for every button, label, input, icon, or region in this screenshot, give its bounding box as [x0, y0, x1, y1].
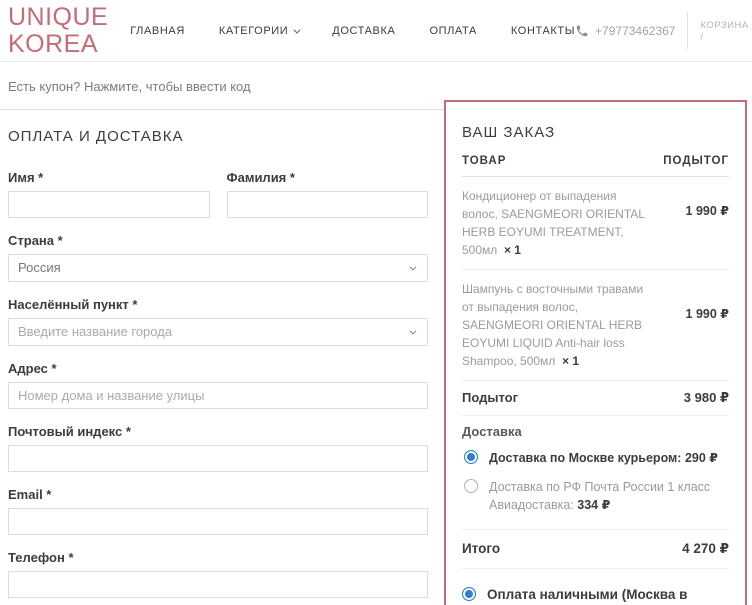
- order-item-name: Шампунь с восточными травами от выпадени…: [462, 282, 644, 368]
- order-table-header: ТОВАР ПОДЫТОГ: [462, 155, 729, 177]
- order-item: Шампунь с восточными травами от выпадени…: [462, 270, 729, 381]
- phone-label: Телефон *: [8, 550, 74, 565]
- coupon-toggle-link[interactable]: Есть купон? Нажмите, чтобы ввести код: [8, 79, 251, 94]
- email-input[interactable]: [8, 508, 428, 535]
- postcode-label: Почтовый индекс *: [8, 424, 131, 439]
- phone-input[interactable]: [8, 571, 428, 598]
- field-country: Страна * Россия: [8, 233, 428, 282]
- subtotal-value: 3 980 ₽: [683, 390, 729, 405]
- order-item-price: 1 990 ₽: [685, 307, 729, 321]
- radio-checked-icon[interactable]: [462, 587, 476, 602]
- radio-icon[interactable]: [464, 479, 478, 494]
- col-subtotal: ПОДЫТОГ: [663, 155, 729, 167]
- phone-number[interactable]: +79773462367: [595, 24, 675, 38]
- shipping-option-courier[interactable]: Доставка по Москве курьером: 290 ₽: [462, 443, 729, 472]
- field-email: Email *: [8, 487, 428, 535]
- subtotal-row: Подытог 3 980 ₽: [462, 381, 729, 416]
- order-review-box: ВАШ ЗАКАЗ ТОВАР ПОДЫТОГ Кондиционер от в…: [444, 100, 747, 605]
- cart-block[interactable]: КОРЗИНА / 3 980 ₽ 2: [687, 12, 752, 49]
- city-select[interactable]: Введите название города: [8, 318, 428, 346]
- main-nav: ГЛАВНАЯ КАТЕГОРИИ ДОСТАВКА ОПЛАТА КОНТАК…: [130, 25, 575, 37]
- nav-item-payment[interactable]: ОПЛАТА: [429, 25, 476, 37]
- address-label: Адрес *: [8, 361, 57, 376]
- checkout-page: UNIQUE KOREA ГЛАВНАЯ КАТЕГОРИИ ДОСТАВКА …: [0, 0, 752, 605]
- field-phone: Телефон *: [8, 550, 428, 598]
- first-name-input[interactable]: [8, 191, 210, 218]
- phone-block[interactable]: +79773462367: [575, 24, 687, 38]
- chevron-down-icon: [409, 327, 417, 335]
- order-item-qty: × 1: [561, 354, 579, 368]
- shipping-price: 290 ₽: [684, 451, 718, 465]
- order-title: ВАШ ЗАКАЗ: [462, 124, 556, 141]
- country-label: Страна *: [8, 233, 63, 248]
- billing-title: ОПЛАТА И ДОСТАВКА: [8, 128, 184, 145]
- col-product: ТОВАР: [462, 155, 507, 167]
- first-name-label: Имя *: [8, 170, 44, 185]
- field-last-name: Фамилия *: [226, 170, 428, 218]
- payment-option-cash[interactable]: Оплата наличными (Москва в пределах МКАД…: [462, 569, 729, 605]
- order-item-price: 1 990 ₽: [685, 204, 729, 218]
- coupon-notice: Есть купон? Нажмите, чтобы ввести код: [0, 62, 445, 110]
- email-label: Email *: [8, 487, 52, 502]
- field-first-name: Имя *: [8, 170, 210, 218]
- order-item-name: Кондиционер от выпадения волос, SAENGMEO…: [462, 189, 645, 257]
- shipping-options: Доставка по Москве курьером: 290 ₽ Доста…: [462, 443, 729, 531]
- billing-form: ОПЛАТА И ДОСТАВКА Имя * Фамилия * Страна…: [8, 128, 428, 598]
- chevron-down-icon: [293, 26, 301, 34]
- header-right: +79773462367 КОРЗИНА / 3 980 ₽ 2: [575, 12, 752, 49]
- shipping-caption: Доставка: [462, 424, 522, 439]
- address-input[interactable]: [8, 382, 428, 409]
- city-label: Населённый пункт *: [8, 297, 138, 312]
- nav-item-delivery[interactable]: ДОСТАВКА: [332, 25, 395, 37]
- chevron-down-icon: [409, 263, 417, 271]
- field-city: Населённый пункт * Введите название горо…: [8, 297, 428, 346]
- site-header: UNIQUE KOREA ГЛАВНАЯ КАТЕГОРИИ ДОСТАВКА …: [0, 0, 752, 62]
- total-value: 4 270 ₽: [682, 541, 729, 557]
- total-label: Итого: [462, 541, 501, 557]
- shipping-option-post[interactable]: Доставка по РФ Почта России 1 класс Авиа…: [462, 472, 729, 519]
- postcode-input[interactable]: [8, 445, 428, 472]
- field-postcode: Почтовый индекс *: [8, 424, 428, 472]
- last-name-input[interactable]: [226, 191, 428, 218]
- nav-item-contacts[interactable]: КОНТАКТЫ: [511, 25, 575, 37]
- country-selected-value: Россия: [18, 260, 61, 275]
- site-logo[interactable]: UNIQUE KOREA: [8, 4, 108, 57]
- field-address: Адрес *: [8, 361, 428, 409]
- last-name-label: Фамилия *: [226, 170, 295, 185]
- total-row: Итого 4 270 ₽: [462, 530, 729, 570]
- subtotal-label: Подытог: [462, 390, 519, 405]
- order-item: Кондиционер от выпадения волос, SAENGMEO…: [462, 177, 729, 270]
- city-placeholder: Введите название города: [18, 324, 173, 339]
- order-item-qty: × 1: [503, 243, 521, 257]
- nav-item-categories[interactable]: КАТЕГОРИИ: [219, 25, 301, 37]
- radio-checked-icon[interactable]: [464, 450, 478, 464]
- cart-label: КОРЗИНА /: [700, 19, 749, 42]
- logo-line-2: KOREA: [8, 29, 99, 58]
- logo-line-1: UNIQUE: [8, 3, 109, 32]
- shipping-price: 334 ₽: [577, 498, 611, 513]
- country-select[interactable]: Россия: [8, 254, 428, 282]
- nav-item-home[interactable]: ГЛАВНАЯ: [130, 25, 185, 37]
- phone-icon: [576, 25, 588, 36]
